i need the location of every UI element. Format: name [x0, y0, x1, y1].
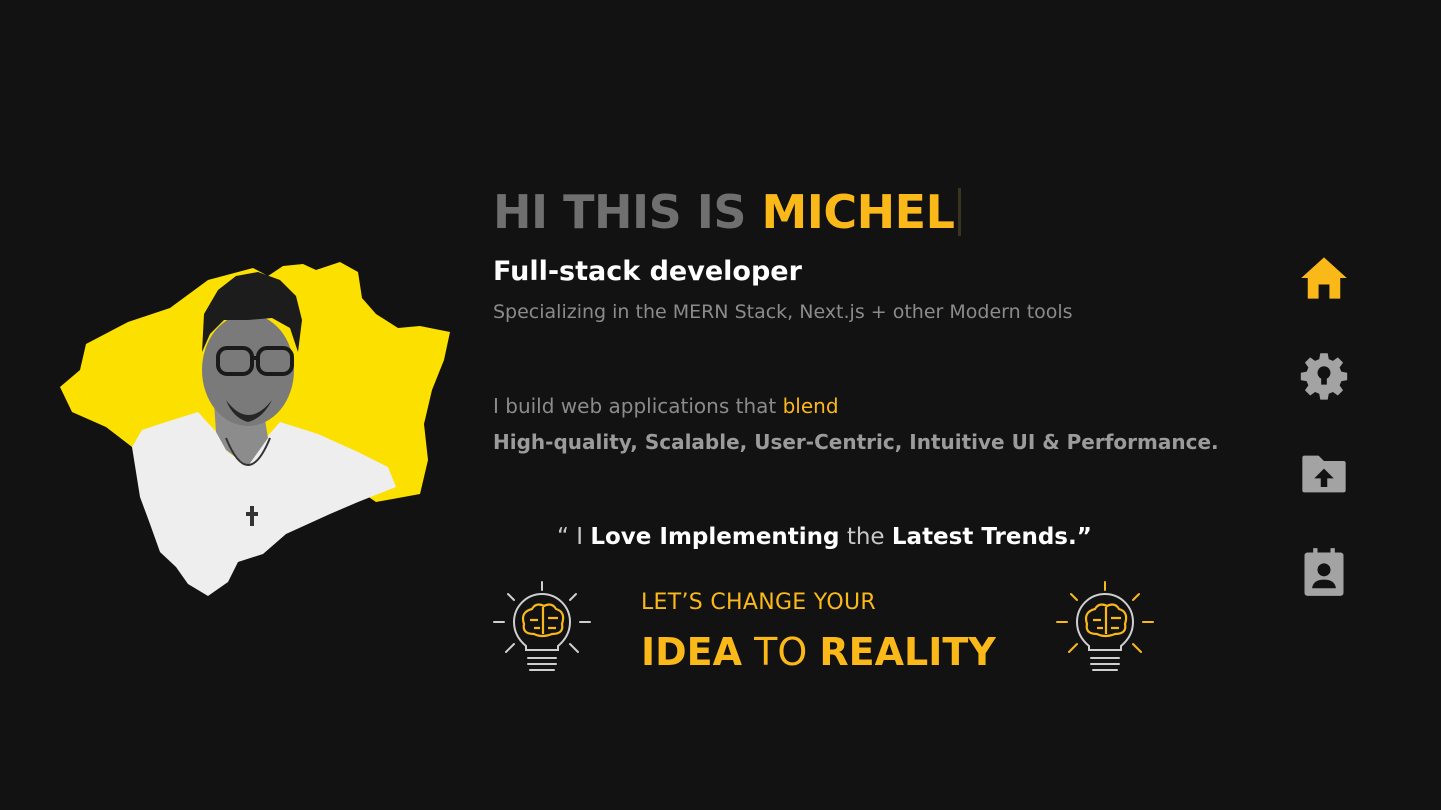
nav-contact-button[interactable] — [1296, 544, 1352, 600]
lightbulb-brain-icon-right — [1056, 581, 1154, 671]
typing-caret — [958, 188, 962, 236]
folder-upload-icon — [1302, 455, 1346, 493]
hero-greeting: HI THIS IS — [493, 185, 747, 239]
quote-trends: Latest Trends.” — [891, 524, 1092, 550]
quote-open: “ I — [557, 524, 584, 550]
cta-headline: IDEA TO REALITY — [641, 630, 996, 674]
cta-to: TO — [754, 630, 808, 674]
home-icon — [1301, 257, 1347, 299]
nav-home-button[interactable] — [1296, 250, 1352, 306]
build-highlight: blend — [782, 394, 839, 418]
hero-headline: HI THIS IS MICHEL — [493, 184, 962, 240]
hero-specialization: Specializing in the MERN Stack, Next.js … — [493, 301, 1073, 323]
hero-role: Full-stack developer — [493, 256, 802, 287]
gear-icon — [1300, 353, 1348, 400]
profile-portrait — [60, 262, 450, 596]
cta-reality: REALITY — [819, 630, 996, 674]
quote-the: the — [846, 524, 885, 550]
hero-quote: “ I Love Implementing the Latest Trends.… — [557, 524, 1092, 550]
lightbulb-brain-icon-left — [493, 581, 591, 671]
build-prefix: I build web applications that — [493, 394, 777, 418]
contact-card-icon — [1304, 548, 1344, 596]
hero-qualities: High-quality, Scalable, User-Centric, In… — [493, 430, 1219, 454]
hero-name: MICHEL — [761, 185, 955, 239]
quote-love: Love Implementing — [590, 524, 840, 550]
hero-build-line: I build web applications that blend — [493, 394, 839, 418]
nav-skills-button[interactable] — [1296, 348, 1352, 404]
side-navigation — [1296, 250, 1352, 642]
cta-idea: IDEA — [641, 630, 743, 674]
nav-projects-button[interactable] — [1296, 446, 1352, 502]
cta-tagline: LET’S CHANGE YOUR — [641, 590, 876, 615]
